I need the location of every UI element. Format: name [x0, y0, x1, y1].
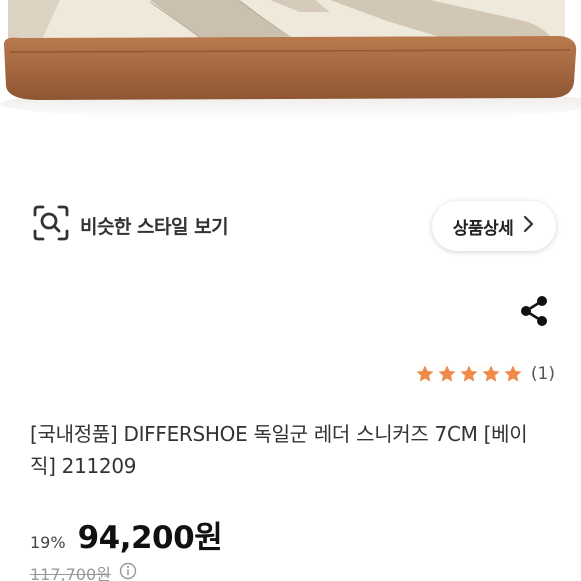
star-icon — [504, 365, 522, 382]
star-icon — [482, 365, 500, 382]
sale-price: 94,200원 — [77, 520, 223, 556]
price-row: 19% 94,200원 — [30, 512, 223, 557]
rating[interactable]: (1) — [415, 364, 555, 384]
sneaker-image — [0, 0, 581, 140]
similar-style-button[interactable]: 비슷한 스타일 보기 — [32, 204, 229, 246]
product-detail-label: 상품상세 — [452, 218, 514, 239]
star-icon — [416, 365, 434, 382]
visual-search-icon — [32, 204, 70, 246]
product-detail-button[interactable]: 상품상세 — [432, 201, 556, 251]
star-icon — [460, 365, 478, 382]
product-title: [국내정품] DIFFERSHOE 독일군 레더 스니커즈 7CM [베이직] … — [30, 422, 528, 478]
chevron-right-icon — [523, 215, 535, 237]
original-price: 117,700원 — [30, 565, 111, 581]
share-button[interactable] — [518, 294, 552, 328]
info-icon[interactable] — [119, 562, 137, 581]
rating-stars — [415, 364, 523, 384]
similar-style-label: 비슷한 스타일 보기 — [80, 215, 229, 238]
star-icon — [438, 365, 456, 382]
share-icon — [518, 296, 552, 332]
original-price-row: 117,700원 — [30, 561, 137, 581]
review-count: (1) — [530, 364, 555, 384]
discount-rate: 19% — [30, 533, 66, 552]
product-image[interactable] — [0, 0, 581, 140]
